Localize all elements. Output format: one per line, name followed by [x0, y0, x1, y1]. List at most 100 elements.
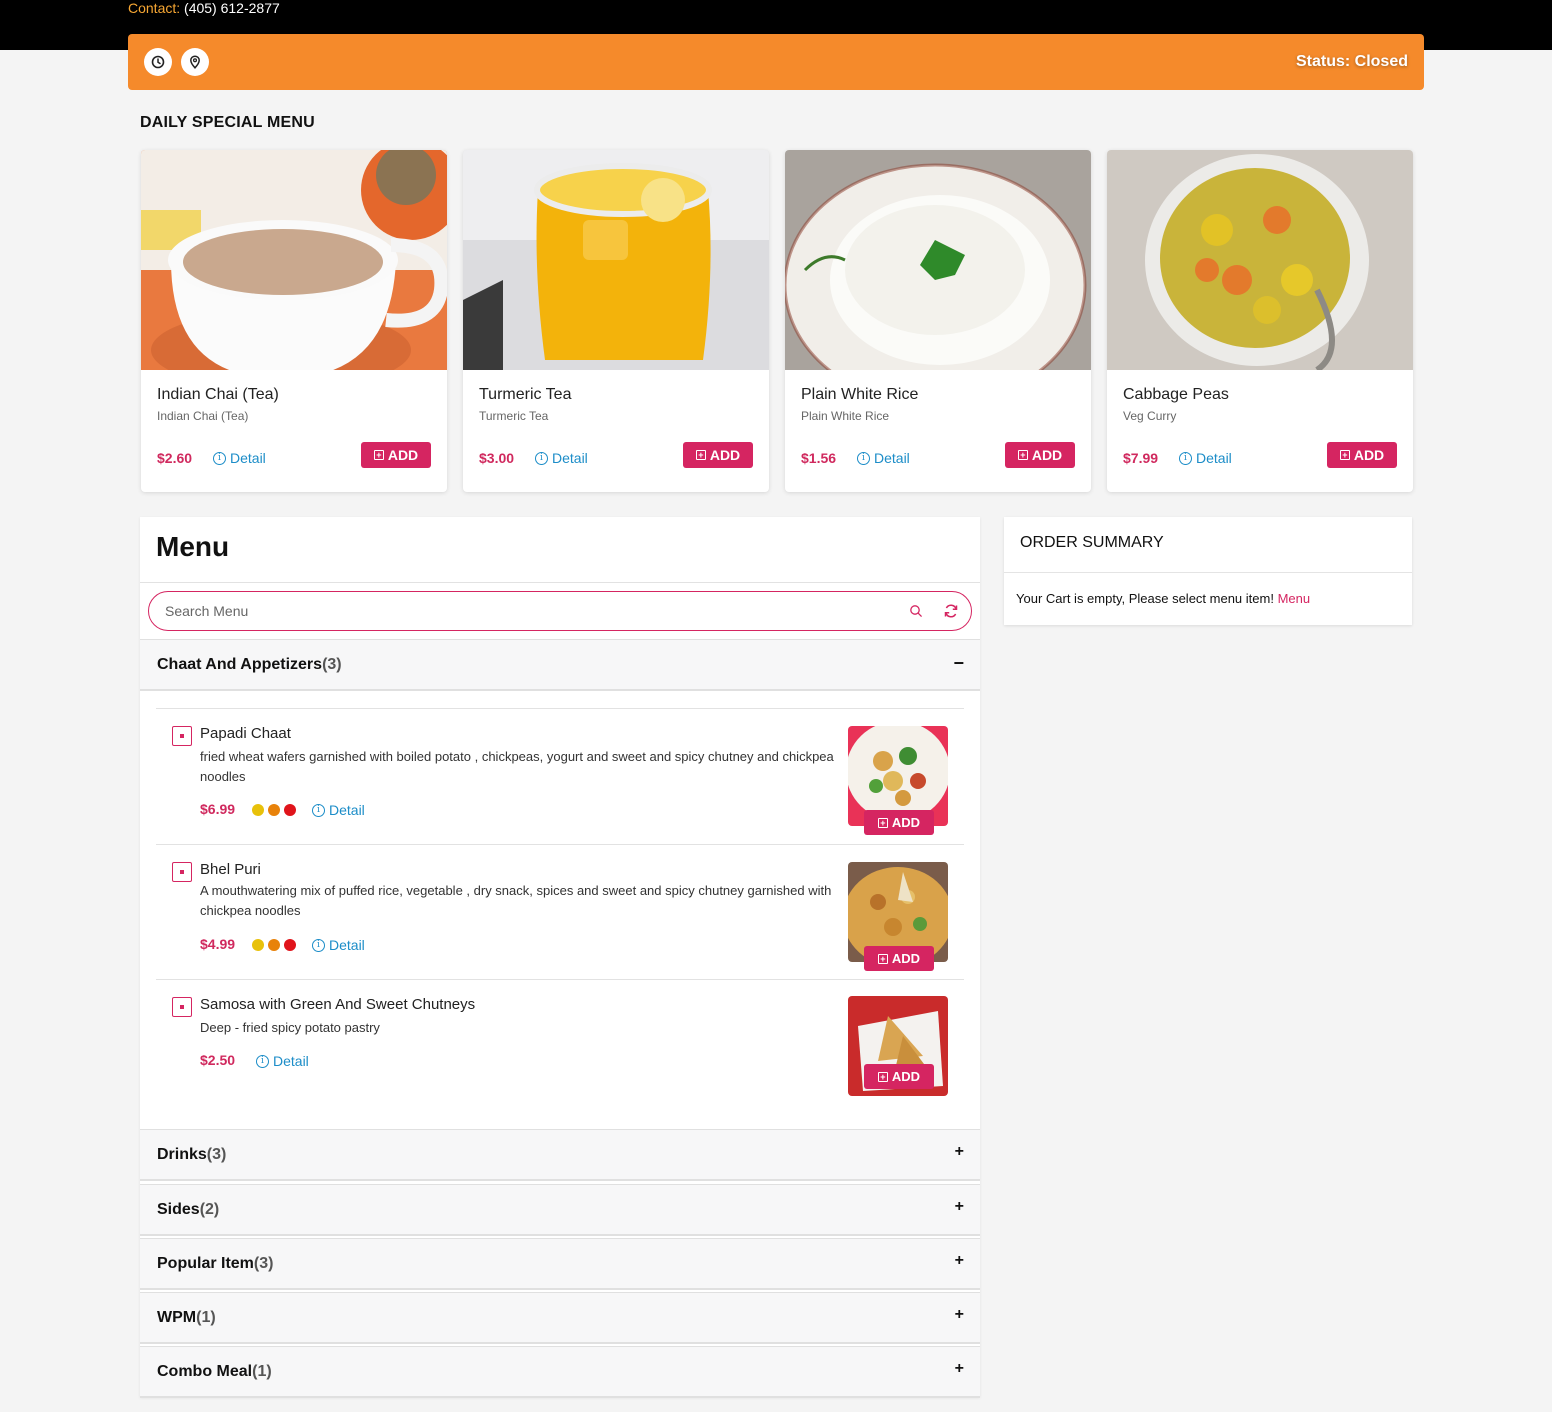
plus-square-icon: + — [695, 450, 706, 460]
veg-indicator-icon — [172, 726, 192, 746]
info-icon: i — [213, 451, 226, 465]
info-icon: i — [312, 803, 325, 817]
expand-icon[interactable]: + — [955, 1143, 964, 1161]
add-button[interactable]: + ADD — [683, 442, 753, 468]
special-item-price: $2.60 — [157, 450, 193, 466]
plus-square-icon: + — [877, 817, 888, 828]
plus-square-icon: + — [1339, 450, 1350, 460]
spice-dot-mild — [252, 804, 264, 816]
special-item-price: $7.99 — [1123, 450, 1159, 466]
item-price: $4.99 — [200, 936, 236, 952]
clock-icon[interactable] — [144, 48, 172, 76]
menu-link[interactable]: Menu — [1278, 591, 1311, 606]
expand-icon[interactable]: + — [955, 1252, 964, 1270]
item-description: Deep - fried spicy potato pastry — [200, 1020, 380, 1035]
item-name: Samosa with Green And Sweet Chutneys — [200, 996, 476, 1013]
category-count: (2) — [199, 1201, 220, 1218]
search-box[interactable]: Search Menu — [148, 591, 972, 631]
contact-label: Contact: — [128, 0, 181, 16]
spice-level — [252, 804, 296, 816]
special-card: Cabbage Peas Veg Curry $7.99 i Detail + AD… — [1107, 150, 1413, 492]
plus-square-icon: + — [373, 450, 384, 460]
menu-item: Papadi Chaat fried wheat wafers garnishe… — [156, 708, 964, 844]
divider — [140, 582, 980, 583]
detail-link[interactable]: i Detail — [213, 450, 266, 466]
special-item-subtitle: Indian Chai (Tea) — [157, 409, 249, 423]
detail-link[interactable]: i Detail — [1179, 450, 1232, 466]
menu-panel: Menu Search Menu Chaat And Appetizers(3)… — [140, 517, 980, 1398]
category-name: Popular Item(3) — [157, 1255, 274, 1272]
menu-title: Menu — [156, 531, 230, 562]
info-icon: i — [312, 938, 325, 952]
spice-level — [252, 939, 296, 951]
add-button[interactable]: + ADD — [1327, 442, 1397, 468]
divider — [1004, 572, 1412, 573]
item-price: $6.99 — [200, 801, 236, 817]
search-icon[interactable] — [909, 604, 923, 618]
chai-image[interactable] — [141, 150, 447, 370]
search-input[interactable]: Search Menu — [165, 603, 248, 619]
order-summary-panel: ORDER SUMMARY Your Cart is empty, Please… — [1004, 517, 1412, 625]
category-header[interactable]: Drinks(3) + — [140, 1129, 980, 1181]
store-status: Status: Closed — [1295, 53, 1408, 70]
category-header[interactable]: Chaat And Appetizers(3) − — [140, 639, 980, 691]
empty-cart-message: Your Cart is empty, Please select menu i… — [1016, 591, 1311, 606]
spice-dot-medium — [268, 939, 280, 951]
contact-phone[interactable]: (405) 612-2877 — [184, 0, 280, 16]
category-count: (1) — [252, 1363, 272, 1380]
expand-icon[interactable]: + — [955, 1198, 964, 1216]
collapse-icon[interactable]: − — [953, 653, 964, 674]
special-card: Turmeric Tea Turmeric Tea $3.00 i Detail … — [463, 150, 769, 492]
special-item-subtitle: Plain White Rice — [801, 409, 890, 423]
add-button[interactable]: + ADD — [1005, 442, 1075, 468]
location-pin-icon[interactable] — [181, 48, 209, 76]
special-item-subtitle: Turmeric Tea — [479, 409, 549, 423]
category-name: Drinks(3) — [157, 1146, 227, 1163]
category-header[interactable]: Popular Item(3) + — [140, 1238, 980, 1290]
info-icon: i — [1179, 451, 1192, 465]
add-button[interactable]: + ADD — [864, 810, 934, 835]
expand-icon[interactable]: + — [955, 1360, 964, 1378]
white-rice-image[interactable] — [785, 150, 1091, 370]
item-description: A mouthwatering mix of puffed rice, vege… — [200, 883, 832, 918]
category-header[interactable]: WPM(1) + — [140, 1292, 980, 1344]
turmeric-tea-image[interactable] — [463, 150, 769, 370]
category-header[interactable]: Combo Meal(1) + — [140, 1346, 980, 1398]
special-item-price: $3.00 — [479, 450, 515, 466]
expand-icon[interactable]: + — [955, 1306, 964, 1324]
item-name: Bhel Puri — [200, 861, 261, 878]
menu-item: Samosa with Green And Sweet Chutneys Dee… — [156, 979, 964, 1127]
detail-link[interactable]: i Detail — [312, 937, 365, 953]
cabbage-peas-image[interactable] — [1107, 150, 1413, 370]
category-name: Chaat And Appetizers(3) — [157, 656, 342, 673]
spice-dot-hot — [284, 804, 296, 816]
category-name: WPM(1) — [157, 1309, 216, 1326]
info-icon: i — [535, 451, 548, 465]
detail-link[interactable]: i Detail — [535, 450, 588, 466]
detail-link[interactable]: i Detail — [312, 802, 365, 818]
order-summary-title: ORDER SUMMARY — [1020, 534, 1164, 551]
add-button[interactable]: + ADD — [864, 946, 934, 971]
item-description: fried wheat wafers garnished with boiled… — [200, 749, 834, 784]
item-price: $2.50 — [200, 1052, 236, 1068]
detail-link[interactable]: i Detail — [857, 450, 910, 466]
veg-indicator-icon — [172, 862, 192, 882]
category-header[interactable]: Sides(2) + — [140, 1184, 980, 1236]
detail-link[interactable]: i Detail — [256, 1053, 309, 1069]
refresh-icon[interactable] — [943, 603, 959, 619]
add-button[interactable]: + ADD — [864, 1064, 934, 1089]
category-count: (3) — [206, 1146, 227, 1163]
menu-item: Bhel Puri A mouthwatering mix of puffed … — [156, 844, 964, 979]
item-name: Papadi Chaat — [200, 725, 291, 742]
add-button[interactable]: + ADD — [361, 442, 431, 468]
info-icon: i — [256, 1054, 269, 1068]
special-item-price: $1.56 — [801, 450, 837, 466]
status-bar: Status: Closed — [128, 34, 1424, 90]
special-item-subtitle: Veg Curry — [1123, 409, 1177, 423]
special-card: Indian Chai (Tea) Indian Chai (Tea) $2.6… — [141, 150, 447, 492]
spice-dot-medium — [268, 804, 280, 816]
special-card: Plain White Rice Plain White Rice $1.56 … — [785, 150, 1091, 492]
plus-square-icon: + — [1017, 450, 1028, 460]
info-icon: i — [857, 451, 870, 465]
category-name: Combo Meal(1) — [157, 1363, 272, 1380]
